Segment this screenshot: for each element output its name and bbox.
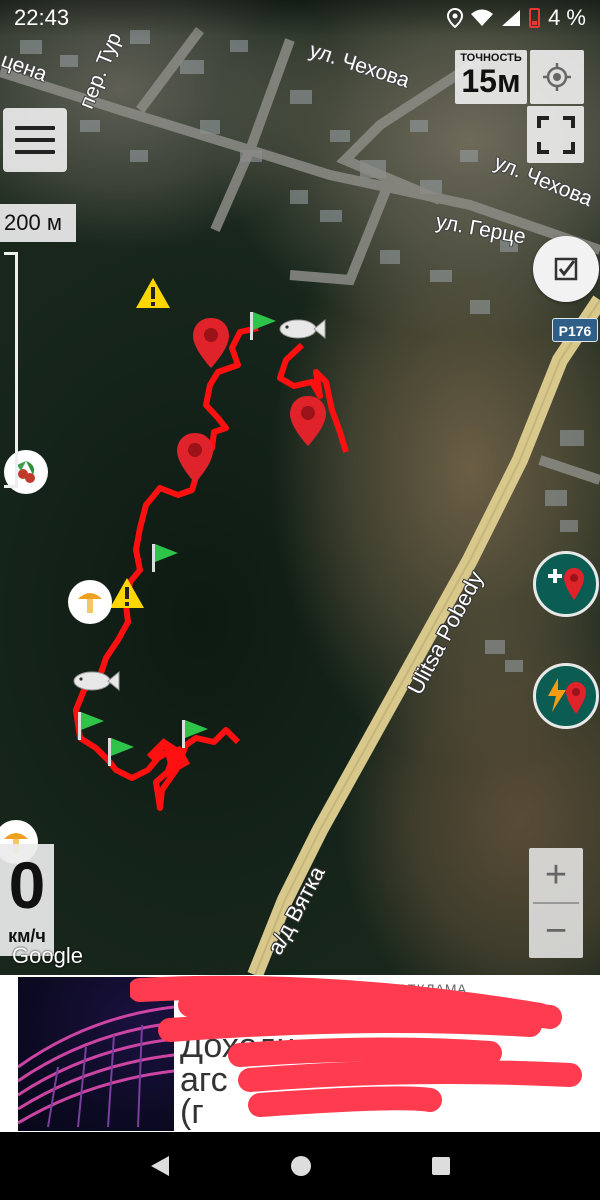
scale-bar	[4, 252, 18, 488]
add-waypoint-button[interactable]	[533, 551, 599, 617]
flag-icon[interactable]	[180, 718, 210, 750]
back-icon[interactable]	[149, 1154, 171, 1178]
wifi-icon	[471, 9, 494, 26]
crosshair-icon	[543, 63, 571, 91]
menu-button[interactable]	[3, 108, 67, 172]
speed-value: 0	[8, 848, 46, 922]
home-icon[interactable]	[290, 1155, 312, 1177]
add-pin-icon	[548, 568, 584, 600]
status-time: 22:43	[14, 5, 70, 30]
map-pin-icon[interactable]	[191, 316, 231, 370]
flag-icon[interactable]	[106, 736, 136, 768]
scale-label: 200 м	[0, 204, 76, 242]
flag-icon[interactable]	[76, 710, 106, 742]
status-icons: 4 %	[447, 5, 586, 31]
status-bar: 22:43 4 %	[0, 0, 600, 36]
google-attribution: Google	[12, 943, 83, 968]
recents-icon[interactable]	[431, 1156, 451, 1176]
flag-icon[interactable]	[150, 542, 180, 574]
my-location-button[interactable]	[530, 50, 584, 104]
map-view[interactable]	[0, 0, 600, 975]
map-pin-icon[interactable]	[175, 431, 215, 485]
zoom-controls: + −	[529, 848, 583, 958]
fullscreen-button[interactable]	[527, 106, 584, 163]
zoom-in-button[interactable]: +	[529, 848, 583, 902]
location-icon	[447, 8, 464, 28]
flag-icon[interactable]	[248, 310, 278, 342]
menu-icon-line	[15, 138, 55, 142]
zoom-out-button[interactable]: −	[529, 904, 583, 958]
mushroom-poi-icon[interactable]	[68, 580, 112, 624]
signal-icon	[502, 10, 521, 26]
fish-icon[interactable]	[276, 316, 326, 342]
system-nav-bar	[0, 1132, 600, 1200]
fish-icon[interactable]	[70, 668, 120, 694]
route-shield: Р176	[552, 318, 598, 342]
battery-icon	[529, 8, 541, 28]
battery-percent: 4 %	[548, 5, 586, 30]
layers-toggle-button[interactable]	[533, 236, 599, 302]
map-tiles	[0, 27, 600, 975]
quick-waypoint-button[interactable]	[533, 663, 599, 729]
accuracy-value: 15м	[461, 63, 521, 99]
menu-icon-line	[15, 150, 55, 154]
warning-icon[interactable]	[108, 576, 146, 610]
warning-icon[interactable]	[134, 276, 172, 310]
menu-icon-line	[15, 126, 55, 130]
ad-banner[interactable]: РЕКЛАМА Доходн агс (г	[0, 975, 600, 1132]
redaction-scribble	[130, 975, 582, 1117]
map-pin-icon[interactable]	[288, 394, 328, 448]
speedometer: 0 км/ч	[0, 844, 54, 956]
gps-accuracy-display: ТОЧНОСТЬ 15м	[455, 50, 527, 104]
fullscreen-icon	[536, 115, 575, 154]
checkbox-icon	[554, 257, 578, 281]
lightning-pin-icon	[548, 678, 586, 714]
